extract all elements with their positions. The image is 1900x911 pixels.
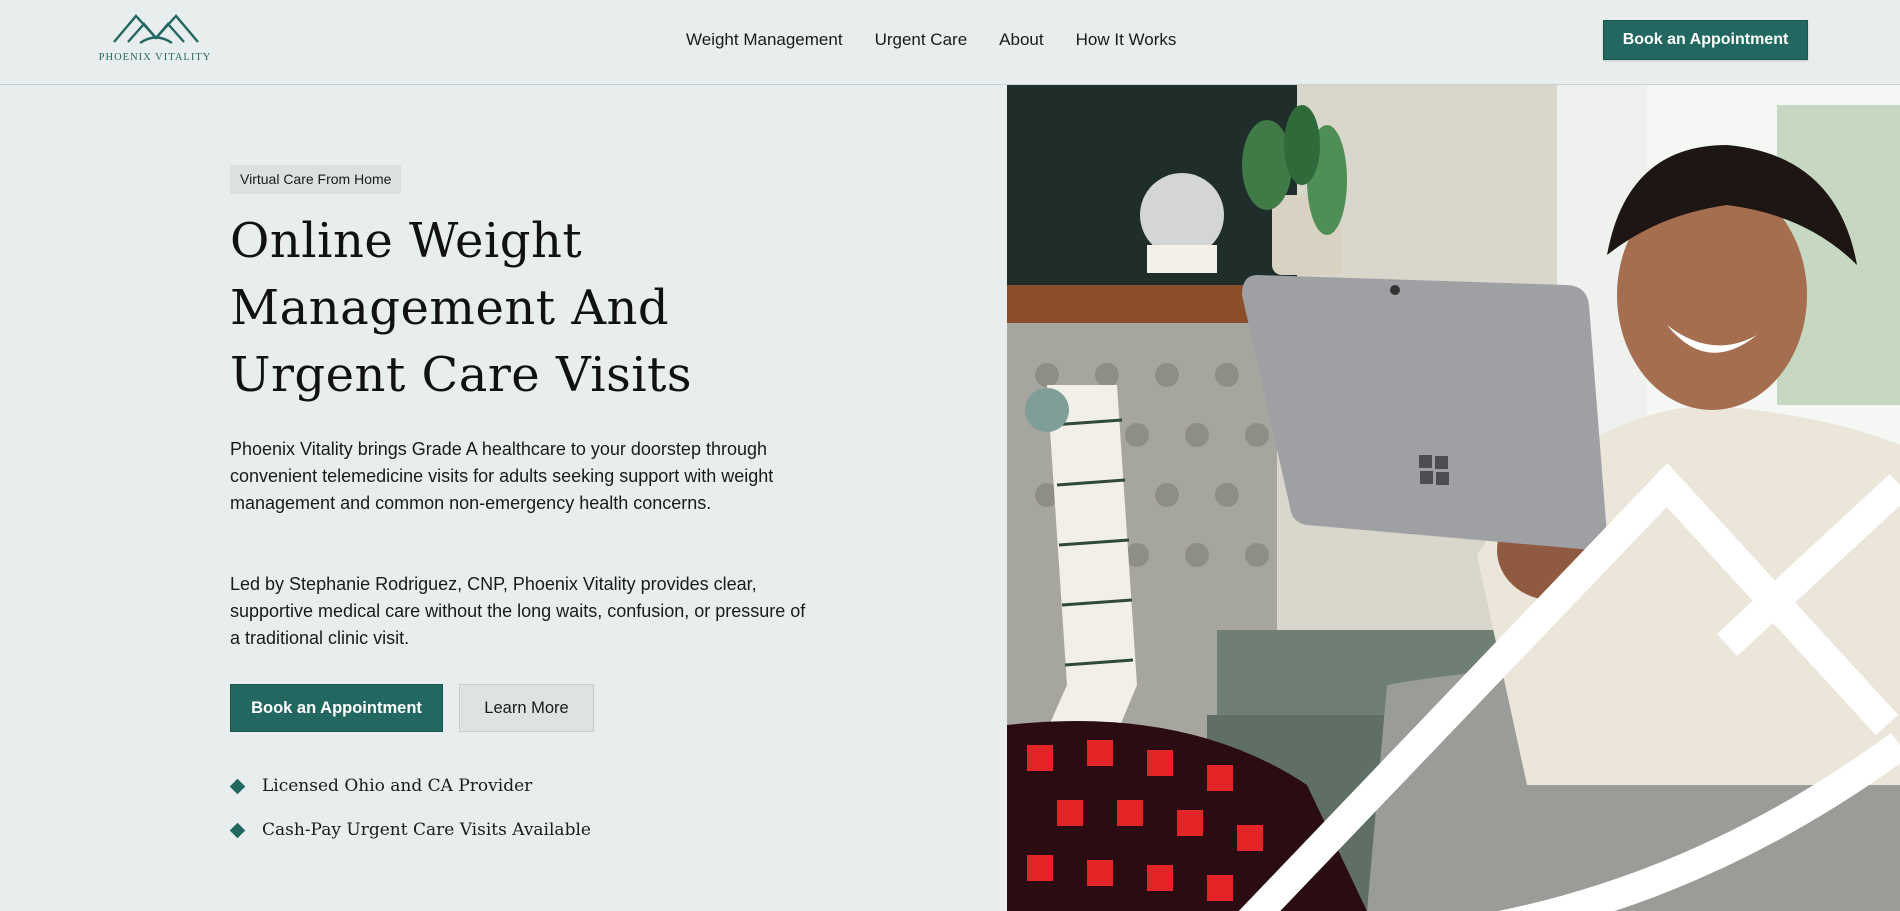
diamond-bullet-icon — [229, 778, 246, 794]
header-book-appointment-button[interactable]: Book an Appointment — [1603, 20, 1808, 60]
site-header: PHOENIX VITALITY Weight Management Urgen… — [0, 0, 1900, 85]
hero-photo-illustration — [1007, 85, 1900, 911]
nav-weight-management[interactable]: Weight Management — [686, 30, 843, 50]
hero-image — [1007, 85, 1900, 911]
feature-text: Licensed Ohio and CA Provider — [262, 776, 533, 796]
nav-how-it-works[interactable]: How It Works — [1076, 30, 1177, 50]
diamond-bullet-icon — [229, 822, 246, 838]
main-nav: Weight Management Urgent Care About How … — [686, 30, 1208, 50]
brand-logo[interactable]: PHOENIX VITALITY — [96, 12, 214, 66]
headline-line-1: Online Weight — [230, 213, 583, 269]
headline-line-3: Urgent Care Visits — [230, 347, 693, 403]
hero-headline: Online Weight Management And Urgent Care… — [230, 208, 790, 409]
hero-badge: Virtual Care From Home — [230, 165, 402, 194]
nav-about[interactable]: About — [999, 30, 1043, 50]
book-appointment-button[interactable]: Book an Appointment — [230, 684, 443, 732]
feature-text: Cash-Pay Urgent Care Visits Available — [262, 820, 591, 840]
headline-line-2: Management And — [230, 280, 670, 336]
feature-list: Licensed Ohio and CA Provider Cash-Pay U… — [229, 764, 591, 852]
logo-text: PHOENIX VITALITY — [98, 52, 212, 63]
nav-urgent-care[interactable]: Urgent Care — [875, 30, 968, 50]
learn-more-button[interactable]: Learn More — [459, 684, 594, 732]
feature-item: Licensed Ohio and CA Provider — [229, 764, 591, 808]
mountain-logo-icon — [113, 14, 199, 45]
hero-paragraph-2: Led by Stephanie Rodriguez, CNP, Phoenix… — [230, 574, 806, 648]
feature-item: Cash-Pay Urgent Care Visits Available — [229, 808, 591, 852]
hero-paragraph-1: Phoenix Vitality brings Grade A healthca… — [230, 439, 774, 513]
